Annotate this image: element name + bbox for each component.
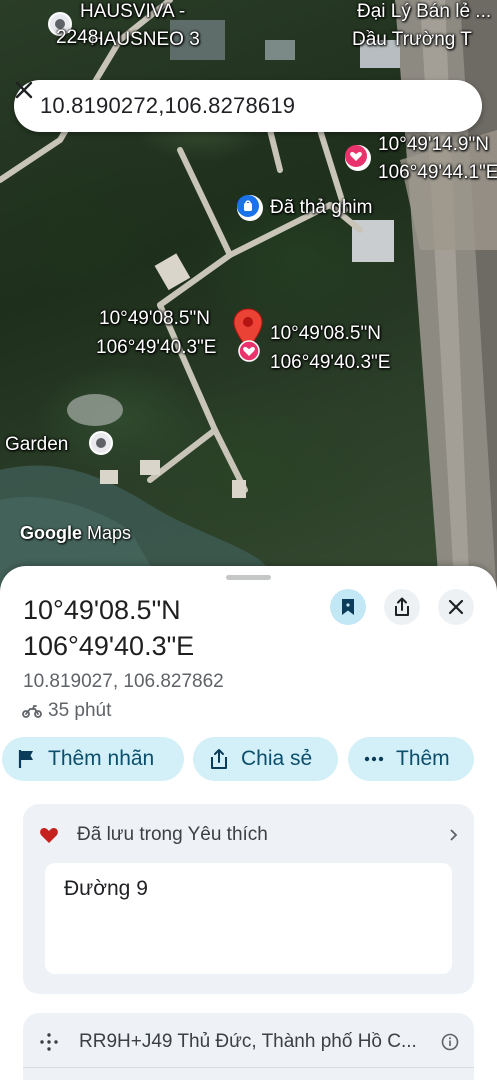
travel-time-text: 35 phút — [48, 700, 112, 721]
saved-favorite-pin[interactable] — [345, 145, 371, 171]
info-icon[interactable] — [441, 1033, 459, 1051]
center-pin-right-lat: 10°49'08.5"N — [270, 323, 381, 345]
share-button[interactable] — [384, 589, 420, 625]
saved-in-favorites-label: Đã lưu trong Yêu thích — [77, 824, 268, 845]
favorite-marker-icon — [238, 340, 260, 362]
dropped-pin-label[interactable]: Đã thả ghim — [270, 197, 372, 219]
saved-list-card: Đã lưu trong Yêu thích Đường 9 — [23, 804, 474, 994]
map-label-daily-store[interactable]: Đại Lý Bán lẻ ... — [357, 1, 491, 23]
center-pin-right-lng-text: 106°49'40.3"E — [270, 352, 391, 373]
motorbike-icon — [22, 705, 42, 718]
place-details-sheet[interactable]: 10°49'08.5"N 106°49'40.3"E 10.819027, 10… — [0, 566, 497, 1080]
address-number: 2248 — [56, 27, 99, 48]
dropped-pin-icon — [237, 195, 259, 217]
center-pin-left-lat: 10°49'08.5"N — [99, 308, 210, 330]
flag-icon — [18, 750, 33, 768]
saved-pin-lat: 10°49'14.9"N — [378, 134, 489, 156]
hausviva-line1: HAUSVIVA - — [80, 1, 186, 22]
divider — [23, 1067, 474, 1068]
add-label-button[interactable]: Thêm nhãn — [2, 737, 184, 781]
heart-pin-icon — [345, 145, 367, 167]
note-field[interactable]: Đường 9 — [45, 863, 452, 974]
google-maps-logo: Google Maps — [20, 523, 131, 544]
center-pin-left-lng-text: 106°49'40.3"E — [96, 337, 217, 358]
decimal-coordinates[interactable]: 10.819027, 106.827862 — [23, 671, 224, 693]
garden-label-text: Garden — [5, 434, 69, 455]
share-chip-button[interactable]: Chia sẻ — [193, 737, 338, 781]
chevron-right-icon — [450, 829, 458, 841]
map-label-hausneo[interactable]: HAUSNEO 3 — [90, 29, 200, 51]
close-icon — [15, 81, 33, 99]
place-title-lng: 106°49'40.3"E — [23, 631, 195, 661]
drag-handle[interactable] — [226, 575, 271, 580]
map-label-number: 2248 — [56, 27, 98, 49]
more-text: Thêm — [396, 747, 450, 770]
plus-code-label: RR9H+J49 Thủ Đức, Thành phố Hồ C... — [79, 1031, 417, 1052]
more-button[interactable]: Thêm — [348, 737, 474, 781]
plus-code-icon — [40, 1033, 58, 1051]
saved-pin-lat-text: 10°49'14.9"N — [378, 134, 489, 155]
map-view[interactable]: HAUSVIVA - HAUSNEO 3 2248 Đại Lý Bán lẻ … — [0, 0, 497, 600]
map-label-fuel-store[interactable]: Dầu Trường T — [352, 29, 472, 51]
map-label-hausviva[interactable]: HAUSVIVA - — [80, 1, 185, 23]
daily-store-line1: Đại Lý Bán lẻ ... — [357, 1, 492, 22]
center-pin-left-lng: 106°49'40.3"E — [96, 337, 216, 359]
share-chip-text: Chia sẻ — [241, 747, 313, 770]
bookmark-icon — [342, 599, 354, 615]
fuel-store-line2: Dầu Trường T — [352, 29, 472, 50]
place-title-lat: 10°49'08.5"N — [23, 595, 181, 625]
travel-time: 35 phút — [22, 700, 111, 722]
more-horiz-icon — [364, 756, 384, 762]
close-icon — [448, 599, 464, 615]
search-input[interactable]: 10.8190272,106.8278619 — [40, 93, 436, 119]
center-pin-right-lng: 106°49'40.3"E — [270, 352, 390, 374]
saved-button[interactable] — [330, 589, 366, 625]
dropped-pin-label-text: Đã thả ghim — [270, 197, 373, 218]
plus-code-row[interactable]: RR9H+J49 Thủ Đức, Thành phố Hồ C... — [39, 1029, 459, 1055]
saved-pin-lng: 106°49'44.1"E — [378, 162, 497, 184]
search-bar[interactable]: 10.8190272,106.8278619 — [14, 80, 482, 132]
garden-pin-icon[interactable] — [89, 431, 113, 455]
clear-search-button[interactable] — [15, 81, 464, 120]
hausneo-line2: HAUSNEO 3 — [90, 29, 200, 50]
share-icon — [211, 749, 227, 769]
center-pin-right-lat-text: 10°49'08.5"N — [270, 323, 381, 344]
center-pin-left-lat-text: 10°49'08.5"N — [99, 308, 210, 329]
share-icon — [395, 597, 409, 616]
logo-maps-text: Maps — [87, 523, 132, 543]
close-sheet-button[interactable] — [438, 589, 474, 625]
saved-in-favorites-row[interactable]: Đã lưu trong Yêu thích — [39, 822, 459, 848]
add-label-text: Thêm nhãn — [48, 747, 155, 770]
logo-google-text: Google — [20, 523, 82, 543]
dropped-pin-marker[interactable] — [237, 195, 263, 221]
plus-code-card: RR9H+J49 Thủ Đức, Thành phố Hồ C... — [23, 1013, 474, 1080]
saved-pin-lng-text: 106°49'44.1"E — [378, 162, 497, 183]
place-title: 10°49'08.5"N 106°49'40.3"E — [23, 592, 313, 664]
heart-icon — [40, 828, 58, 843]
garden-label[interactable]: Garden — [5, 434, 68, 456]
